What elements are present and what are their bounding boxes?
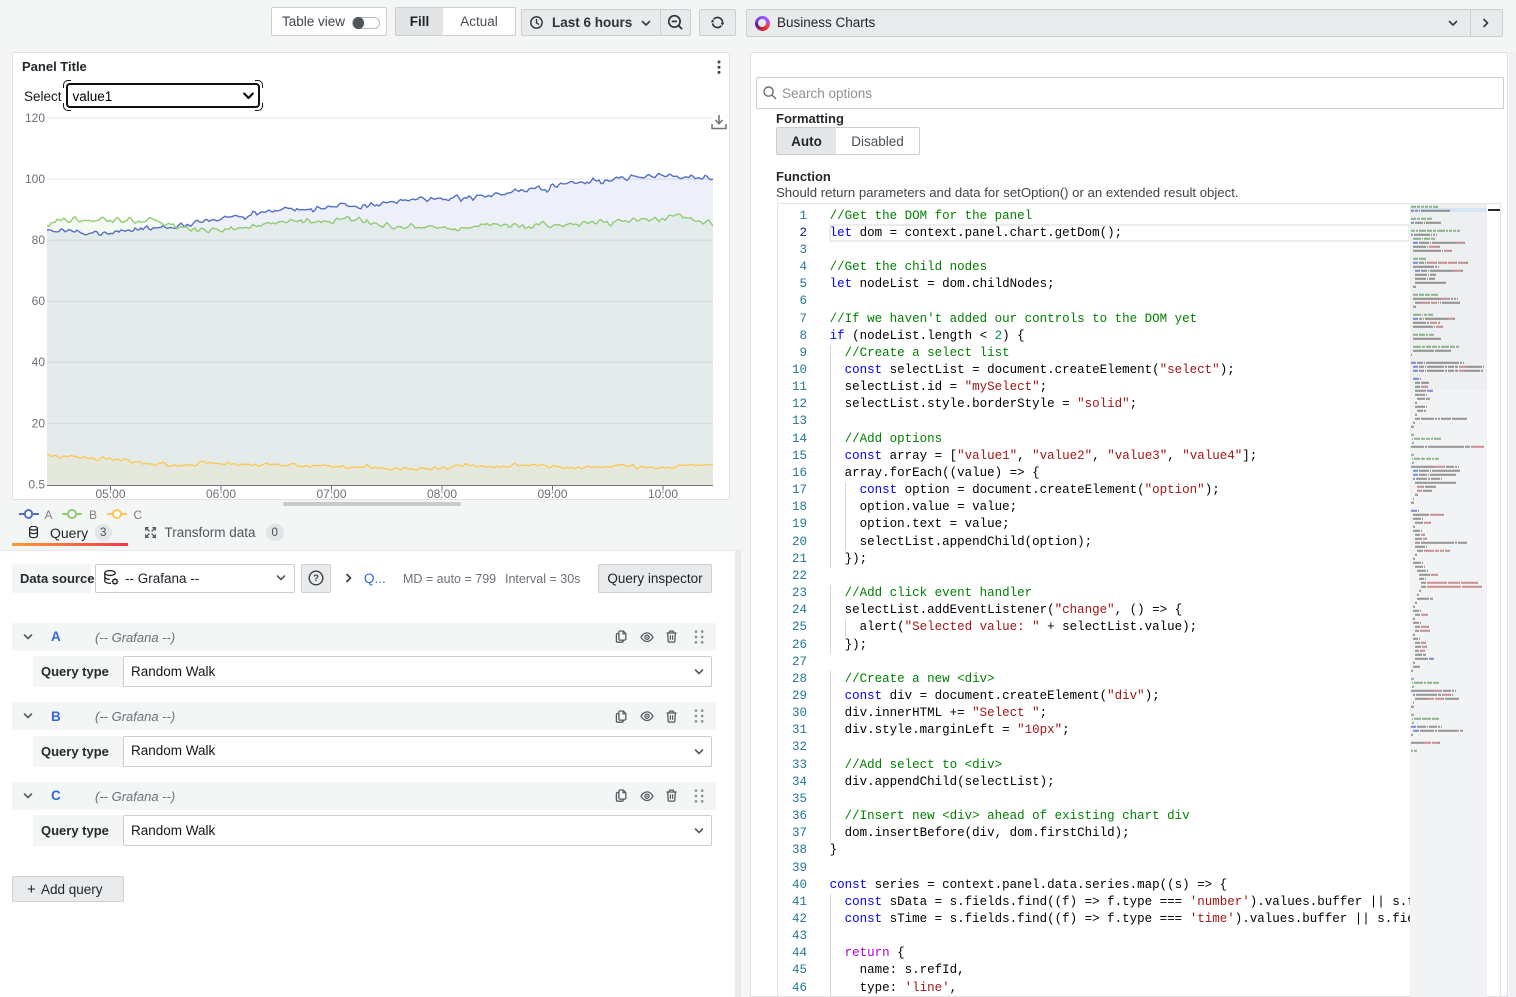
svg-text:05:00: 05:00: [95, 487, 125, 500]
svg-text:06:00: 06:00: [206, 487, 236, 500]
svg-text:08:00: 08:00: [427, 487, 457, 500]
svg-text:07:00: 07:00: [316, 487, 346, 500]
svg-text:10:00: 10:00: [648, 487, 678, 500]
svg-text:20: 20: [32, 416, 46, 430]
svg-text:0.5: 0.5: [28, 478, 45, 492]
svg-text:60: 60: [32, 294, 46, 308]
svg-text:100: 100: [25, 172, 45, 186]
svg-text:80: 80: [32, 233, 46, 247]
svg-text:40: 40: [32, 355, 46, 369]
svg-text:09:00: 09:00: [537, 487, 567, 500]
svg-text:?: ?: [313, 573, 319, 584]
svg-text:120: 120: [25, 111, 45, 125]
